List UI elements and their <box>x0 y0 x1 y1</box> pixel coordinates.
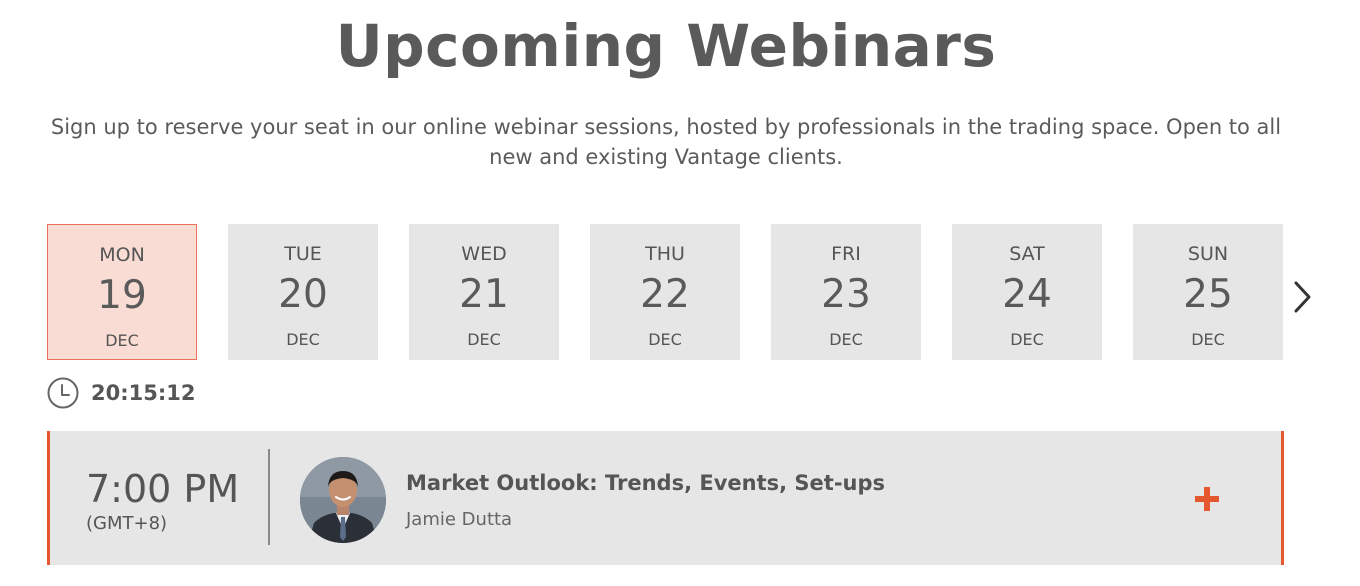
date-tab-sun-25[interactable]: SUN 25 DEC <box>1133 224 1283 360</box>
date-tab-day: 20 <box>278 272 328 317</box>
date-tab-weekday: SUN <box>1187 243 1229 265</box>
date-tab-weekday: THU <box>645 243 685 265</box>
date-tab-day: 22 <box>640 272 690 317</box>
date-tab-day: 19 <box>97 273 147 318</box>
page-title: Upcoming Webinars <box>335 12 997 80</box>
date-tab-weekday: TUE <box>284 243 322 265</box>
page-subtitle: Sign up to reserve your seat in our onli… <box>50 115 1282 169</box>
clock-time: 20:15:12 <box>91 381 196 405</box>
date-tab-thu-22[interactable]: THU 22 DEC <box>590 224 740 360</box>
date-tab-weekday: WED <box>461 243 507 265</box>
card-divider <box>268 449 270 545</box>
date-tab-day: 24 <box>1002 272 1052 317</box>
date-tab-month: DEC <box>467 330 501 349</box>
webinar-time: 7:00 PM <box>86 467 240 511</box>
date-tab-month: DEC <box>286 330 320 349</box>
chevron-right-icon[interactable] <box>1290 280 1314 314</box>
date-tab-weekday: SAT <box>1009 243 1045 265</box>
date-tab-mon-19[interactable]: MON 19 DEC <box>47 224 197 360</box>
date-tab-day: 25 <box>1183 272 1233 317</box>
host-avatar <box>300 457 386 543</box>
current-time: 20:15:12 <box>47 376 195 410</box>
plus-icon[interactable] <box>1193 485 1221 513</box>
clock-icon <box>47 377 79 409</box>
webinar-host: Jamie Dutta <box>406 509 513 530</box>
date-tab-day: 21 <box>459 272 509 317</box>
date-tab-month: DEC <box>648 330 682 349</box>
date-tab-tue-20[interactable]: TUE 20 DEC <box>228 224 378 360</box>
date-tab-month: DEC <box>1010 330 1044 349</box>
webinar-card[interactable]: 7:00 PM (GMT+8) Market Outlook: Trends, … <box>47 431 1284 565</box>
date-tab-month: DEC <box>105 331 139 350</box>
date-tab-month: DEC <box>1191 330 1225 349</box>
date-tab-weekday: MON <box>99 244 145 266</box>
webinar-title[interactable]: Market Outlook: Trends, Events, Set-ups <box>406 471 885 495</box>
date-tab-day: 23 <box>821 272 871 317</box>
date-tab-weekday: FRI <box>831 243 861 265</box>
date-tab-month: DEC <box>829 330 863 349</box>
date-tab-wed-21[interactable]: WED 21 DEC <box>409 224 559 360</box>
date-tab-fri-23[interactable]: FRI 23 DEC <box>771 224 921 360</box>
webinar-timezone: (GMT+8) <box>86 513 168 534</box>
date-tab-sat-24[interactable]: SAT 24 DEC <box>952 224 1102 360</box>
